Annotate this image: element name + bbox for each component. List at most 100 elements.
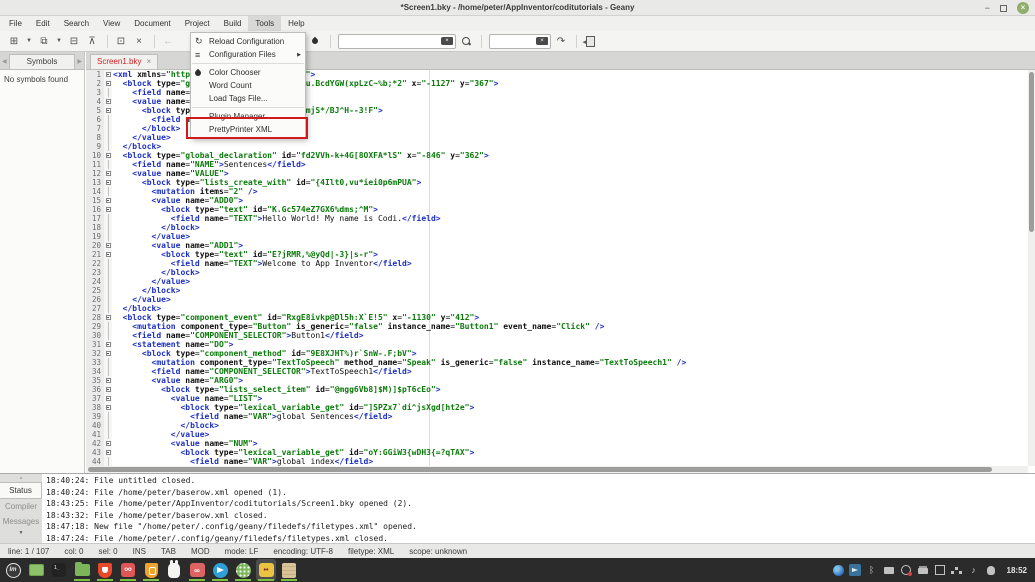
bluetooth-icon[interactable]: ᛒ bbox=[866, 564, 878, 576]
code-line[interactable]: 41 </value> bbox=[86, 430, 1028, 439]
message-tab-status[interactable]: Status bbox=[0, 482, 42, 499]
open-file-icon[interactable]: ⧉ bbox=[36, 33, 52, 49]
taskbar-app-telegram[interactable] bbox=[210, 559, 230, 581]
save-all-icon[interactable]: ⊼ bbox=[84, 33, 100, 49]
taskbar-app-brave[interactable] bbox=[95, 559, 115, 581]
new-file-icon[interactable]: ⊞ bbox=[6, 33, 22, 49]
code-line[interactable]: 38 <block type="lexical_variable_get" id… bbox=[86, 403, 1028, 412]
code-line[interactable]: 19 </value> bbox=[86, 232, 1028, 241]
code-line[interactable]: 15 <value name="ADD0"> bbox=[86, 196, 1028, 205]
taskbar-app-mint-menu[interactable]: lm bbox=[3, 559, 23, 581]
message-tab-compiler[interactable]: Compiler bbox=[0, 499, 42, 514]
close-button[interactable]: × bbox=[1017, 2, 1029, 14]
code-line[interactable]: 17 <field name="TEXT">Hello World! My na… bbox=[86, 214, 1028, 223]
search-input[interactable] bbox=[338, 34, 456, 49]
taskbar-clock[interactable]: 18:52 bbox=[997, 566, 1035, 575]
menu-view[interactable]: View bbox=[96, 16, 127, 31]
menu-build[interactable]: Build bbox=[217, 16, 249, 31]
goto-line-input[interactable] bbox=[489, 34, 551, 49]
code-line[interactable]: 27 </block> bbox=[86, 304, 1028, 313]
menu-tools[interactable]: Tools bbox=[248, 16, 281, 31]
clock-badge-icon[interactable] bbox=[900, 564, 912, 576]
code-line[interactable]: 43 <block type="lexical_variable_get" id… bbox=[86, 448, 1028, 457]
menu-help[interactable]: Help bbox=[281, 16, 311, 31]
tabs-scroll-down-icon[interactable]: ▼ bbox=[0, 529, 42, 537]
code-line[interactable]: 24 </value> bbox=[86, 277, 1028, 286]
open-file-dropdown-icon[interactable]: ▼ bbox=[54, 33, 64, 49]
code-line[interactable]: 28 <block type="component_event" id="Rxg… bbox=[86, 313, 1028, 322]
code-line[interactable]: 29 <mutation component_type="Button" is_… bbox=[86, 322, 1028, 331]
tabs-scroll-up-icon[interactable]: ▲ bbox=[0, 474, 42, 482]
code-line[interactable]: 35 <value name="ARG0"> bbox=[86, 376, 1028, 385]
taskbar-app-browser-red[interactable]: oo bbox=[118, 559, 138, 581]
clear-goto-icon[interactable] bbox=[536, 37, 548, 45]
firefox-icon[interactable] bbox=[833, 565, 844, 576]
code-line[interactable]: 12 <value name="VALUE"> bbox=[86, 169, 1028, 178]
taskbar-app-goggles-red[interactable]: ∞ bbox=[187, 559, 207, 581]
save-icon[interactable]: ⊟ bbox=[66, 33, 82, 49]
code-line[interactable]: 44 <field name="VAR">global index</field… bbox=[86, 457, 1028, 466]
taskbar-app-desktop[interactable] bbox=[26, 559, 46, 581]
code-line[interactable]: 34 <field name="COMPONENT_SELECTOR">Text… bbox=[86, 367, 1028, 376]
code-line[interactable]: 26 </value> bbox=[86, 295, 1028, 304]
code-line[interactable]: 18 </block> bbox=[86, 223, 1028, 232]
telegram-icon[interactable] bbox=[849, 564, 861, 576]
code-line[interactable]: 16 <block type="text" id="K.Gc574eZ7GX6%… bbox=[86, 205, 1028, 214]
new-file-dropdown-icon[interactable]: ▼ bbox=[24, 33, 34, 49]
code-line[interactable]: 25 </block> bbox=[86, 286, 1028, 295]
code-line[interactable]: 30 <field name="COMPONENT_SELECTOR">Butt… bbox=[86, 331, 1028, 340]
menu-project[interactable]: Project bbox=[178, 16, 217, 31]
printer-icon[interactable] bbox=[917, 564, 929, 576]
tab-screen1-bky[interactable]: Screen1.bky × bbox=[90, 54, 158, 69]
sidebar-scroll-right-icon[interactable]: ▶ bbox=[75, 58, 84, 69]
briefcase-icon[interactable] bbox=[883, 564, 895, 576]
sidebar-scroll-left-icon[interactable]: ◀ bbox=[0, 58, 9, 69]
menu-item-load-tags-file[interactable]: Load Tags File... bbox=[191, 92, 305, 105]
navigate-back-icon[interactable]: ← bbox=[160, 33, 176, 49]
menu-search[interactable]: Search bbox=[57, 16, 96, 31]
menu-document[interactable]: Document bbox=[127, 16, 177, 31]
close-document-icon[interactable]: × bbox=[131, 33, 147, 49]
code-line[interactable]: 42 <value name="NUM"> bbox=[86, 439, 1028, 448]
code-line[interactable]: 14 <mutation items="2" /> bbox=[86, 187, 1028, 196]
code-line[interactable]: 23 </block> bbox=[86, 268, 1028, 277]
menu-edit[interactable]: Edit bbox=[29, 16, 57, 31]
tab-close-icon[interactable]: × bbox=[146, 58, 151, 66]
code-line[interactable]: 31 <statement name="DO"> bbox=[86, 340, 1028, 349]
taskbar-app-app-grid[interactable] bbox=[233, 559, 253, 581]
taskbar-app-rabbit[interactable] bbox=[164, 559, 184, 581]
code-line[interactable]: 20 <value name="ADD1"> bbox=[86, 241, 1028, 250]
minimize-button[interactable]: − bbox=[985, 3, 990, 13]
quit-icon[interactable] bbox=[582, 33, 598, 49]
code-line[interactable]: 10 <block type="global_declaration" id="… bbox=[86, 151, 1028, 160]
clear-search-icon[interactable] bbox=[441, 37, 453, 45]
code-line[interactable]: 37 <value name="LIST"> bbox=[86, 394, 1028, 403]
music-icon[interactable]: ♪ bbox=[968, 564, 980, 576]
code-line[interactable]: 36 <block type="lists_select_item" id="@… bbox=[86, 385, 1028, 394]
shield-icon[interactable] bbox=[985, 564, 997, 576]
code-line[interactable]: 32 <block type="component_method" id="9E… bbox=[86, 349, 1028, 358]
code-line[interactable]: 11 <field name="NAME">Sentences</field> bbox=[86, 160, 1028, 169]
jump-to-line-icon[interactable]: ↷ bbox=[553, 33, 569, 49]
message-tab-messages[interactable]: Messages bbox=[0, 514, 42, 529]
code-line[interactable]: 22 <field name="TEXT">Welcome to App Inv… bbox=[86, 259, 1028, 268]
search-icon[interactable] bbox=[458, 33, 474, 49]
revert-icon[interactable]: ⊡ bbox=[113, 33, 129, 49]
menu-file[interactable]: File bbox=[2, 16, 29, 31]
code-line[interactable]: 40 </block> bbox=[86, 421, 1028, 430]
taskbar-app-terminal[interactable]: 1_ bbox=[49, 559, 69, 581]
code-line[interactable]: 9 </block> bbox=[86, 142, 1028, 151]
screen-icon[interactable] bbox=[934, 564, 946, 576]
taskbar-app-archive-tan[interactable] bbox=[279, 559, 299, 581]
horizontal-scrollbar[interactable] bbox=[86, 466, 1028, 473]
network-icon[interactable] bbox=[951, 564, 963, 576]
tab-symbols[interactable]: Symbols bbox=[9, 54, 76, 69]
color-chooser-icon[interactable] bbox=[307, 33, 323, 49]
menu-item-configuration-files[interactable]: ≡Configuration Files▶ bbox=[191, 48, 305, 61]
code-line[interactable]: 33 <mutation component_type="TextToSpeec… bbox=[86, 358, 1028, 367]
menu-item-word-count[interactable]: Word Count bbox=[191, 79, 305, 92]
code-line[interactable]: 39 <field name="VAR">global Sentences</f… bbox=[86, 412, 1028, 421]
code-line[interactable]: 13 <block type="lists_create_with" id="{… bbox=[86, 178, 1028, 187]
code-line[interactable]: 21 <block type="text" id="E?jRMR,%@yQd|-… bbox=[86, 250, 1028, 259]
taskbar-app-files[interactable] bbox=[72, 559, 92, 581]
